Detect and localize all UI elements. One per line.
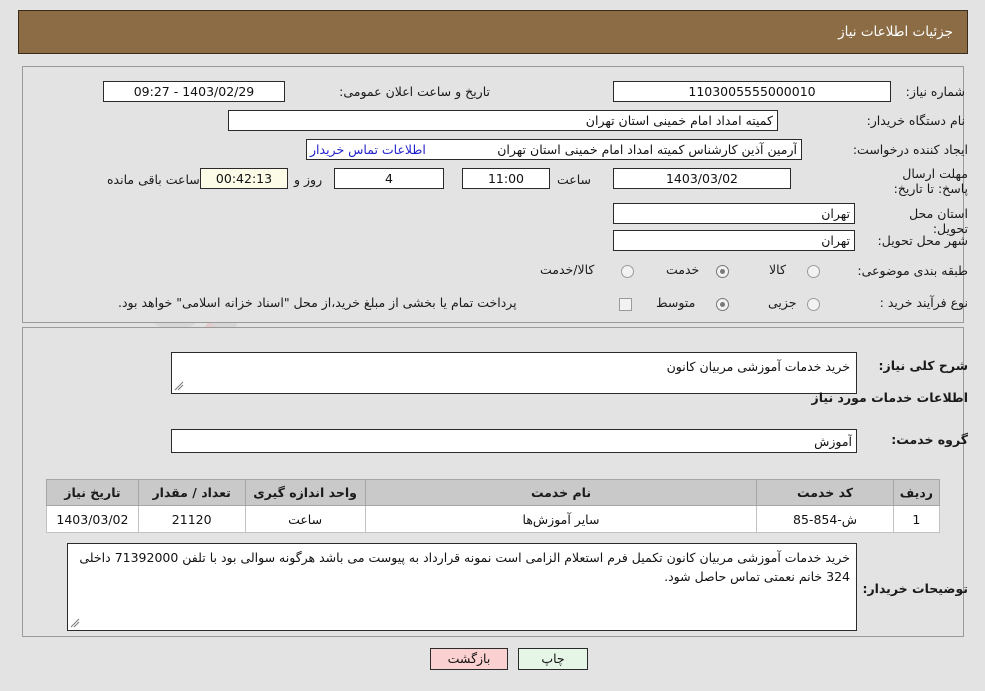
radio-category-kala-khedmat-label: کالا/خدمت — [540, 262, 595, 277]
table-header-row: ردیف کد خدمت نام خدمت واحد اندازه گیری ت… — [46, 479, 941, 506]
general-desc-textarea[interactable]: خرید خدمات آموزشی مربیان کانون — [171, 352, 857, 394]
page-root: ArtaTender.net جزئیات اطلاعات نیاز شماره… — [0, 0, 985, 691]
province-input[interactable] — [613, 203, 855, 224]
category-label: طبقه بندی موضوعی: — [857, 263, 968, 278]
cell-qty: 21120 — [137, 505, 246, 533]
radio-process-jozee[interactable] — [807, 298, 820, 311]
cell-name: سایر آموزش‌ها — [364, 505, 758, 533]
buyer-contact-link[interactable]: اطلاعات تماس خریدار — [310, 142, 426, 157]
buyer-org-input[interactable] — [228, 110, 778, 131]
window-title-bar: جزئیات اطلاعات نیاز — [18, 10, 968, 54]
announce-datetime-label: تاریخ و ساعت اعلان عمومی: — [339, 84, 490, 99]
need-number-input[interactable] — [613, 81, 891, 102]
deadline-date-input[interactable] — [613, 168, 791, 189]
buyer-notes-label: توضیحات خریدار: — [862, 581, 968, 596]
countdown-input[interactable] — [200, 168, 288, 189]
treasury-bonds-checkbox[interactable] — [619, 298, 632, 311]
province-label: استان محل تحویل: — [909, 206, 968, 236]
buyer-notes-textarea[interactable]: خرید خدمات آموزشی مربیان کانون تکمیل فرم… — [67, 543, 857, 631]
print-button[interactable]: چاپ — [518, 648, 588, 670]
need-number-label: شماره نیاز: — [905, 84, 965, 99]
buyer-org-label: نام دستگاه خریدار: — [866, 113, 965, 128]
radio-process-motavasset[interactable] — [716, 298, 729, 311]
col-header-code: کد خدمت — [756, 479, 894, 506]
radio-category-khedmat-label: خدمت — [666, 262, 700, 277]
city-input[interactable] — [613, 230, 855, 251]
days-separator-label: روز و — [294, 172, 323, 187]
radio-process-motavasset-label: متوسط — [656, 295, 696, 310]
service-group-input[interactable] — [171, 429, 857, 453]
radio-category-kala-label: کالا — [769, 262, 786, 277]
radio-category-khedmat[interactable] — [716, 265, 729, 278]
cell-unit: ساعت — [244, 505, 366, 533]
radio-category-kala[interactable] — [807, 265, 820, 278]
cell-code: ش-854-85 — [756, 505, 894, 533]
announce-datetime-input[interactable] — [103, 81, 285, 102]
col-header-qty: تعداد / مقدار — [137, 479, 246, 506]
cell-row: 1 — [892, 505, 941, 533]
process-label: نوع فرآیند خرید : — [879, 295, 968, 310]
back-button[interactable]: بازگشت — [430, 648, 508, 670]
col-header-unit: واحد اندازه گیری — [244, 479, 366, 506]
days-input[interactable] — [334, 168, 444, 189]
requester-label: ایجاد کننده درخواست: — [852, 142, 968, 157]
services-table: ردیف کد خدمت نام خدمت واحد اندازه گیری ت… — [46, 479, 941, 533]
radio-category-kala-khedmat[interactable] — [621, 265, 634, 278]
table-row: 1 ش-854-85 سایر آموزش‌ها ساعت 21120 1403… — [46, 505, 941, 533]
deadline-label: مهلت ارسال پاسخ: تا تاریخ: — [893, 166, 968, 196]
page-title: جزئیات اطلاعات نیاز — [838, 24, 953, 40]
remaining-label: ساعت باقی مانده — [107, 172, 200, 187]
col-header-name: نام خدمت — [364, 479, 758, 506]
hour-label: ساعت — [557, 172, 592, 187]
col-header-row: ردیف — [892, 479, 941, 506]
services-heading: اطلاعات خدمات مورد نیاز — [811, 390, 969, 405]
hour-input[interactable] — [462, 168, 550, 189]
need-summary-panel — [22, 66, 964, 323]
city-label: شهر محل تحویل: — [877, 233, 968, 248]
radio-process-jozee-label: جزیی — [768, 295, 797, 310]
col-header-date: تاریخ نیاز — [46, 479, 139, 506]
cell-date: 1403/03/02 — [46, 505, 139, 533]
general-desc-label: شرح کلی نیاز: — [878, 358, 968, 373]
treasury-bonds-note: پرداخت تمام یا بخشی از مبلغ خرید،از محل … — [118, 295, 517, 310]
service-group-label: گروه خدمت: — [891, 432, 968, 447]
